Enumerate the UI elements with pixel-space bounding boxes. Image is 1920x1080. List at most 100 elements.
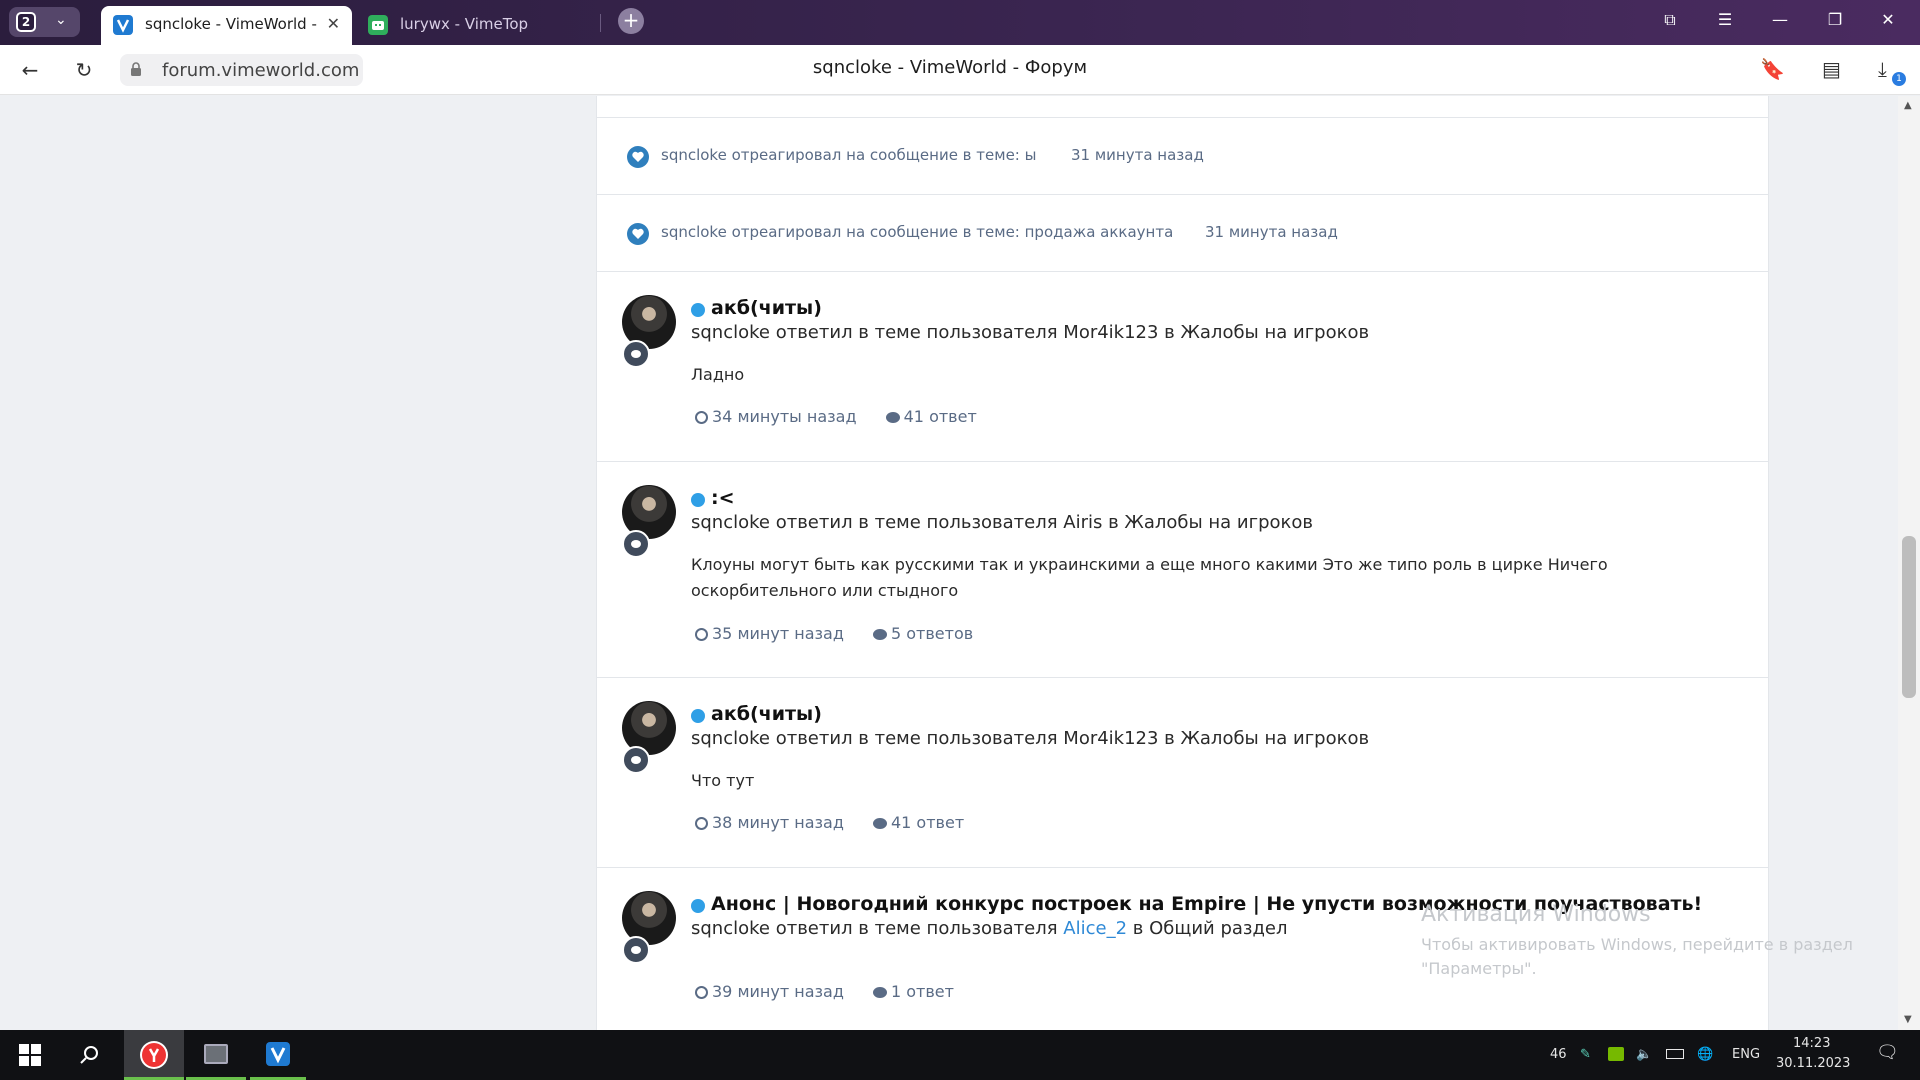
- post-time: 34 минуты назад: [712, 407, 857, 426]
- post-title[interactable]: акб(читы): [711, 703, 822, 725]
- close-window-button[interactable]: ✕: [1868, 10, 1908, 29]
- reload-icon[interactable]: ↻: [70, 58, 98, 82]
- download-badge: 1: [1892, 72, 1906, 86]
- list-item: :< sqncloke ответил в теме пользователя …: [597, 462, 1768, 678]
- new-tab-button[interactable]: +: [618, 8, 644, 34]
- address-bar: ← ↻ forum.vimeworld.com sqncloke - VimeW…: [0, 45, 1920, 95]
- pen-icon[interactable]: ✎: [1580, 1047, 1591, 1062]
- reaction-text[interactable]: sqncloke отреагировал на сообщение в тем…: [661, 146, 1036, 164]
- scroll-down-icon[interactable]: ▼: [1904, 1014, 1912, 1025]
- taskbar-terminal[interactable]: [186, 1030, 246, 1080]
- volume-icon[interactable]: 🔈: [1636, 1047, 1652, 1062]
- post-meta: 39 минут назад 1 ответ: [695, 982, 954, 1001]
- url-text: forum.vimeworld.com: [162, 60, 360, 81]
- clock-icon: [695, 817, 708, 830]
- close-icon[interactable]: ✕: [327, 14, 340, 33]
- network-globe-icon[interactable]: 🌐: [1697, 1047, 1713, 1062]
- menu-icon[interactable]: ☰: [1705, 10, 1745, 29]
- tab-counter-button[interactable]: 2 ⌄: [9, 7, 80, 37]
- clock-time[interactable]: 14:23: [1793, 1036, 1830, 1051]
- reaction-time: 31 минута назад: [1205, 223, 1338, 241]
- list-item: sqncloke отреагировал на сообщение в тем…: [597, 118, 1768, 195]
- clock-date[interactable]: 30.11.2023: [1776, 1056, 1850, 1071]
- scroll-up-icon[interactable]: ▲: [1904, 100, 1912, 111]
- post-context-suffix: в Общий раздел: [1127, 918, 1288, 939]
- post-replies[interactable]: 41 ответ: [891, 813, 964, 832]
- reaction-time: 31 минута назад: [1071, 146, 1204, 164]
- windows-icon: [19, 1044, 41, 1066]
- tab-separator: [600, 14, 601, 32]
- minimize-button[interactable]: —: [1760, 10, 1800, 29]
- list-item: акб(читы) sqncloke ответил в теме пользо…: [597, 678, 1768, 868]
- vimetop-favicon-icon: [368, 15, 388, 35]
- vimeworld-favicon-icon: [113, 15, 133, 35]
- reader-icon[interactable]: ▤: [1822, 57, 1841, 81]
- taskbar-yandex-browser[interactable]: [124, 1030, 184, 1080]
- yandex-icon: [140, 1041, 168, 1069]
- tab-title: lurywx - VimeTop: [400, 15, 529, 33]
- post-meta: 35 минут назад 5 ответов: [695, 624, 973, 643]
- comment-bubble-icon: [622, 530, 650, 558]
- post-context: sqncloke ответил в теме пользователя Air…: [691, 512, 1314, 533]
- activity-feed: sqncloke отреагировал на сообщение в тем…: [596, 96, 1769, 1030]
- url-field[interactable]: forum.vimeworld.com: [120, 54, 363, 86]
- post-replies[interactable]: 1 ответ: [891, 982, 954, 1001]
- post-title[interactable]: :<: [711, 487, 735, 509]
- restore-button[interactable]: ❐: [1815, 10, 1855, 29]
- list-item: акб(читы) sqncloke ответил в теме пользо…: [597, 272, 1768, 462]
- online-dot: [691, 709, 705, 723]
- terminal-icon: [204, 1044, 228, 1064]
- clock-icon: [695, 986, 708, 999]
- heart-icon: [627, 146, 649, 168]
- scrollbar-thumb[interactable]: [1902, 536, 1916, 698]
- taskbar-vimeworld[interactable]: [250, 1030, 306, 1080]
- online-dot: [691, 303, 705, 317]
- clock-icon: [695, 411, 708, 424]
- post-title[interactable]: акб(читы): [711, 297, 822, 319]
- online-dot: [691, 899, 705, 913]
- comment-bubble-icon: [622, 746, 650, 774]
- post-context-prefix: sqncloke ответил в теме пользователя: [691, 918, 1064, 939]
- tab-vimeworld[interactable]: sqncloke - VimeWorld - ✕: [101, 6, 352, 45]
- comment-bubble-icon: [622, 936, 650, 964]
- comment-icon: [872, 818, 887, 829]
- windows-activation-watermark: Активация Windows Чтобы активировать Win…: [1421, 902, 1861, 981]
- post-context: sqncloke ответил в теме пользователя Ali…: [691, 918, 1288, 939]
- back-icon[interactable]: ←: [16, 58, 44, 82]
- start-button[interactable]: [0, 1030, 60, 1080]
- list-item: sqncloke отреагировал на сообщение в тем…: [597, 195, 1768, 272]
- heart-icon: [627, 223, 649, 245]
- post-context: sqncloke ответил в теме пользователя Mor…: [691, 728, 1370, 749]
- post-replies[interactable]: 41 ответ: [904, 407, 977, 426]
- tab-title: sqncloke - VimeWorld -: [145, 15, 317, 33]
- nvidia-icon[interactable]: [1608, 1047, 1624, 1061]
- post-body: Клоуны могут быть как русскими так и укр…: [691, 555, 1608, 600]
- reaction-text[interactable]: sqncloke отреагировал на сообщение в тем…: [661, 223, 1173, 241]
- author-link[interactable]: Alice_2: [1063, 918, 1127, 939]
- comment-icon: [872, 629, 887, 640]
- post-body: Ладно: [691, 365, 745, 384]
- lock-icon: [131, 62, 141, 76]
- notifications-icon[interactable]: 🗨: [1876, 1042, 1899, 1063]
- post-replies[interactable]: 5 ответов: [891, 624, 973, 643]
- collections-icon[interactable]: ⧉: [1650, 10, 1690, 30]
- comment-icon: [872, 987, 887, 998]
- comment-icon: [885, 412, 900, 423]
- search-button[interactable]: [62, 1030, 118, 1080]
- battery-icon[interactable]: [1666, 1047, 1684, 1059]
- tab-vimetop[interactable]: lurywx - VimeTop: [356, 6, 601, 45]
- language-indicator[interactable]: ENG: [1732, 1047, 1760, 1062]
- online-dot: [691, 493, 705, 507]
- post-time: 35 минут назад: [712, 624, 844, 643]
- activation-text: Чтобы активировать Windows, перейдите в …: [1421, 935, 1853, 978]
- post-time: 38 минут назад: [712, 813, 844, 832]
- post-body: Что тут: [691, 771, 755, 790]
- chevron-down-icon: ⌄: [55, 12, 67, 28]
- page-scrollbar[interactable]: ▲ ▼: [1898, 96, 1920, 1030]
- comment-bubble-icon: [622, 340, 650, 368]
- download-icon[interactable]: ⤓: [1878, 57, 1887, 81]
- tray-number: 46: [1550, 1047, 1567, 1062]
- search-icon: [80, 1046, 98, 1064]
- vimeworld-app-icon: [266, 1042, 290, 1066]
- bookmark-icon[interactable]: 🔖: [1760, 57, 1785, 81]
